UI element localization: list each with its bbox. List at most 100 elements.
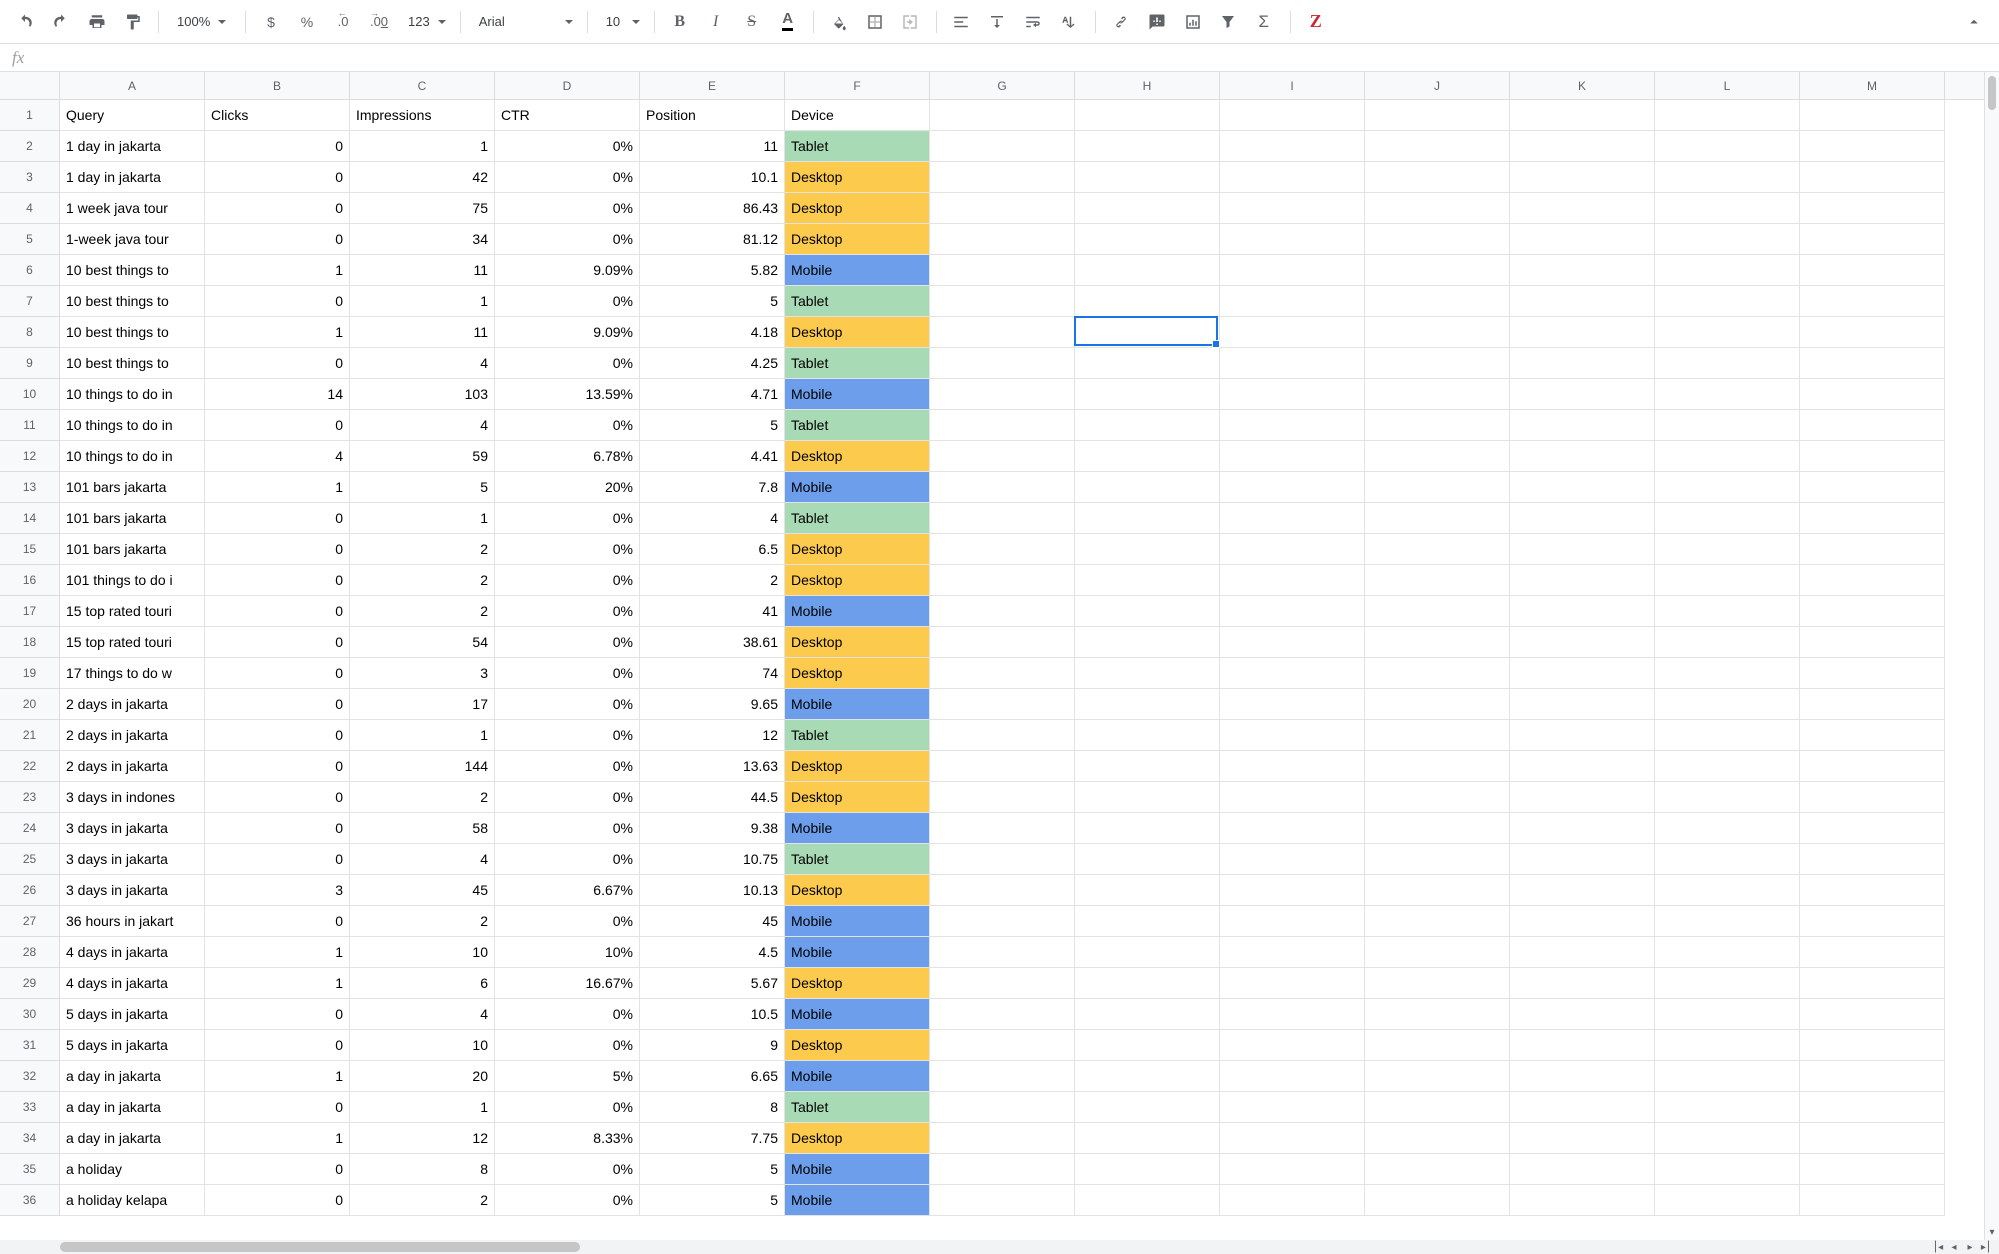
cell[interactable]: 0 (205, 193, 350, 224)
cell[interactable] (1075, 875, 1220, 906)
cell[interactable] (1075, 1061, 1220, 1092)
cell[interactable]: Mobile (785, 1154, 930, 1185)
cell[interactable] (1220, 844, 1365, 875)
cell[interactable] (1365, 503, 1510, 534)
cell[interactable] (1800, 813, 1945, 844)
cell[interactable] (1510, 627, 1655, 658)
cell[interactable]: 2 days in jakarta (60, 720, 205, 751)
cell[interactable]: 54 (350, 627, 495, 658)
cell[interactable]: 10 best things to (60, 286, 205, 317)
cell[interactable] (1365, 162, 1510, 193)
cell[interactable] (1220, 1154, 1365, 1185)
cell[interactable] (1800, 472, 1945, 503)
collapse-toolbar-button[interactable] (1957, 7, 1991, 37)
cell[interactable] (1365, 1061, 1510, 1092)
cell[interactable] (930, 720, 1075, 751)
merge-cells-button[interactable] (894, 7, 928, 37)
cell[interactable]: Tablet (785, 410, 930, 441)
cell[interactable]: Mobile (785, 379, 930, 410)
cell[interactable]: 0% (495, 131, 640, 162)
cell[interactable]: 17 (350, 689, 495, 720)
cell[interactable] (1220, 348, 1365, 379)
cell[interactable]: 42 (350, 162, 495, 193)
cell[interactable] (1800, 317, 1945, 348)
cell[interactable]: 1 (205, 255, 350, 286)
row-header[interactable]: 8 (0, 317, 59, 348)
cell[interactable]: 1 (205, 1123, 350, 1154)
cell[interactable] (1800, 348, 1945, 379)
cell[interactable]: Desktop (785, 782, 930, 813)
cell[interactable] (1510, 317, 1655, 348)
row-header[interactable]: 7 (0, 286, 59, 317)
cell[interactable] (1075, 255, 1220, 286)
cell[interactable] (1510, 162, 1655, 193)
cell[interactable] (1075, 999, 1220, 1030)
cell[interactable] (1510, 782, 1655, 813)
cell[interactable] (1655, 1123, 1800, 1154)
cell[interactable] (930, 596, 1075, 627)
cell[interactable] (1075, 1185, 1220, 1216)
cell[interactable] (930, 1030, 1075, 1061)
cell[interactable]: Tablet (785, 131, 930, 162)
cell[interactable]: 1 day in jakarta (60, 131, 205, 162)
cell[interactable] (930, 193, 1075, 224)
cell[interactable]: 0% (495, 1185, 640, 1216)
cell[interactable] (1075, 782, 1220, 813)
sheet-nav-prev-icon[interactable]: ◂ (1947, 1241, 1961, 1253)
cell[interactable] (1220, 1185, 1365, 1216)
cell[interactable]: 0 (205, 999, 350, 1030)
cell[interactable]: 0 (205, 503, 350, 534)
cell[interactable] (1365, 844, 1510, 875)
cell[interactable] (930, 999, 1075, 1030)
insert-link-button[interactable] (1104, 7, 1138, 37)
cell[interactable]: 0% (495, 162, 640, 193)
paint-format-button[interactable] (116, 7, 150, 37)
cell[interactable] (930, 317, 1075, 348)
cell[interactable] (930, 565, 1075, 596)
cell[interactable] (930, 937, 1075, 968)
row-header[interactable]: 33 (0, 1092, 59, 1123)
cell[interactable]: 0 (205, 658, 350, 689)
cell[interactable] (1075, 534, 1220, 565)
cell[interactable] (1220, 906, 1365, 937)
row-header[interactable]: 3 (0, 162, 59, 193)
cell[interactable] (930, 348, 1075, 379)
cell[interactable] (1510, 844, 1655, 875)
cell[interactable] (1075, 751, 1220, 782)
cell[interactable] (1365, 565, 1510, 596)
cell[interactable] (1220, 162, 1365, 193)
cell[interactable] (930, 100, 1075, 131)
cell[interactable]: a day in jakarta (60, 1092, 205, 1123)
cell[interactable]: Mobile (785, 813, 930, 844)
cell[interactable]: 3 days in indones (60, 782, 205, 813)
cell[interactable] (1655, 751, 1800, 782)
cell[interactable] (1655, 813, 1800, 844)
cell[interactable]: 58 (350, 813, 495, 844)
cell[interactable]: 0% (495, 782, 640, 813)
cell[interactable]: 13.59% (495, 379, 640, 410)
cell[interactable] (1365, 534, 1510, 565)
cell[interactable]: 12 (640, 720, 785, 751)
cell[interactable] (1075, 689, 1220, 720)
cell[interactable] (930, 875, 1075, 906)
cell[interactable] (1220, 937, 1365, 968)
row-header[interactable]: 20 (0, 689, 59, 720)
cell[interactable] (1510, 224, 1655, 255)
cell[interactable] (930, 906, 1075, 937)
cell[interactable] (1800, 968, 1945, 999)
cell[interactable]: 20 (350, 1061, 495, 1092)
increase-decimal-button[interactable]: .00→ (362, 7, 396, 37)
cell[interactable]: 0 (205, 224, 350, 255)
cell[interactable] (1220, 503, 1365, 534)
cell[interactable]: Desktop (785, 317, 930, 348)
cell[interactable] (930, 503, 1075, 534)
cell[interactable]: 4 days in jakarta (60, 968, 205, 999)
cell[interactable]: 0% (495, 224, 640, 255)
cell[interactable] (1655, 100, 1800, 131)
column-header-B[interactable]: B (205, 72, 350, 100)
cell[interactable] (1800, 658, 1945, 689)
cell[interactable] (930, 224, 1075, 255)
cell[interactable]: 1 (205, 1061, 350, 1092)
cell[interactable]: 2 (350, 596, 495, 627)
cell[interactable]: 0% (495, 627, 640, 658)
